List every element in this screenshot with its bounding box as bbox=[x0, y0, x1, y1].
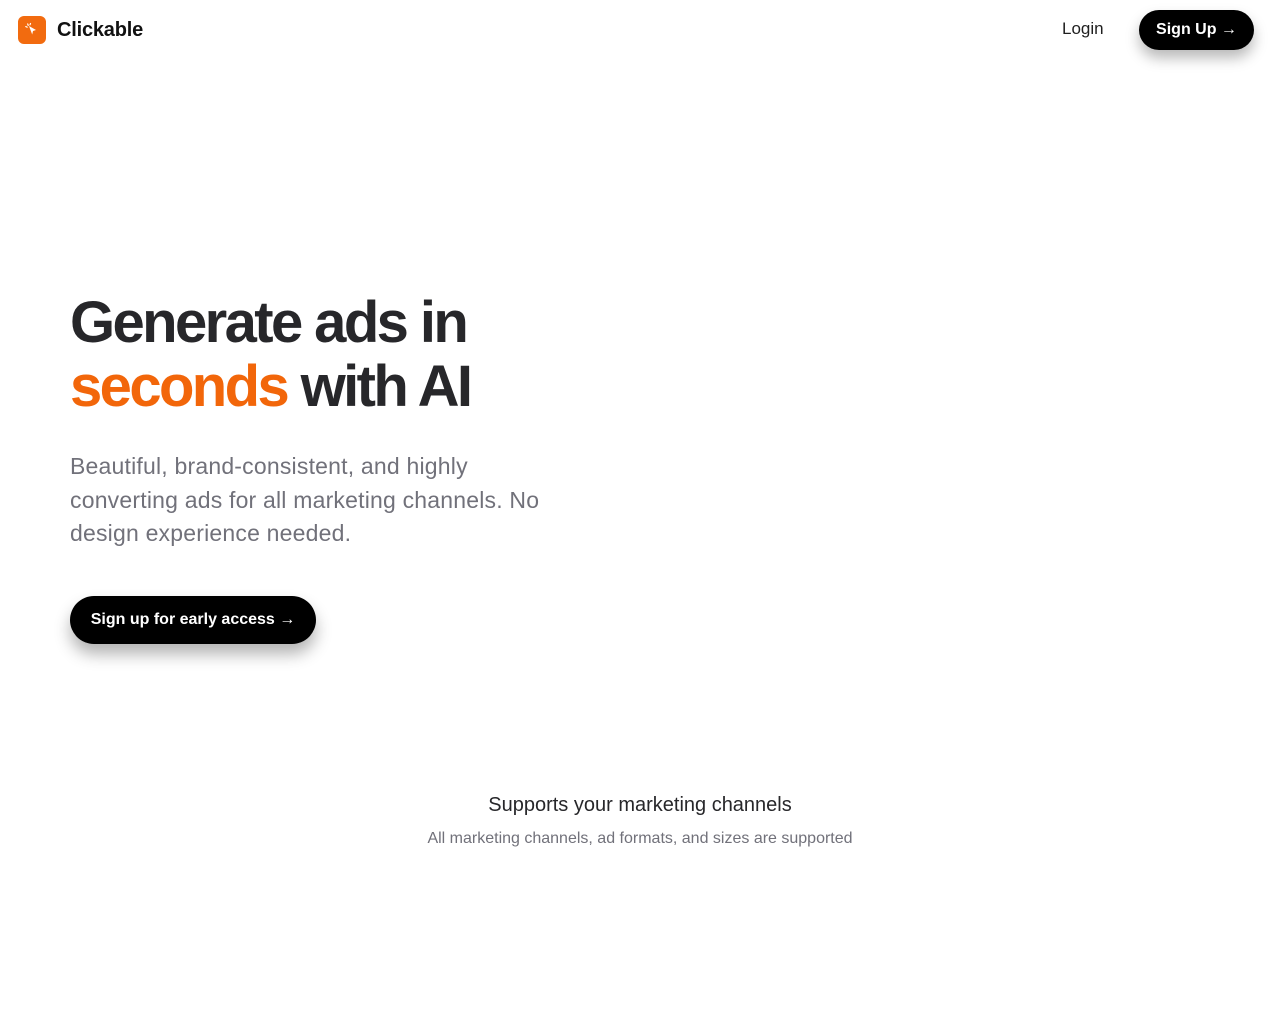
hero-title-line2: with AI bbox=[300, 354, 473, 419]
channels-subtitle: All marketing channels, ad formats, and … bbox=[427, 830, 853, 847]
brand-name: Clickable bbox=[57, 18, 144, 41]
hero-title-line1: Generate ads in bbox=[70, 290, 469, 355]
hero-title: Generate ads in seconds with AI bbox=[70, 290, 473, 419]
hero-title-accent: seconds bbox=[70, 354, 290, 419]
hero-subtitle: Beautiful, brand-consistent, and highly … bbox=[70, 453, 540, 546]
site-header: Clickable Login Sign Up → bbox=[0, 0, 1280, 60]
brand-logo-link[interactable]: Clickable bbox=[18, 16, 143, 44]
channels-title: Supports your marketing channels bbox=[488, 794, 792, 816]
cursor-click-icon bbox=[18, 16, 46, 44]
signup-button[interactable]: Sign Up → bbox=[1139, 10, 1254, 50]
early-access-button[interactable]: Sign up for early access → bbox=[70, 596, 316, 644]
landing-page: Clickable Login Sign Up → Generate ads i… bbox=[0, 0, 1280, 1024]
login-link[interactable]: Login bbox=[1062, 19, 1104, 39]
